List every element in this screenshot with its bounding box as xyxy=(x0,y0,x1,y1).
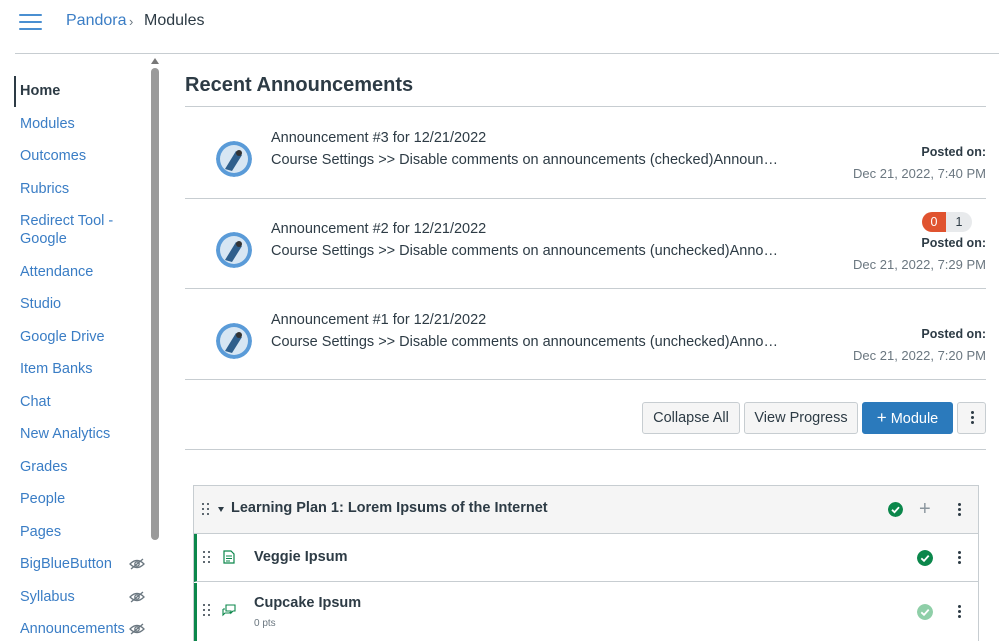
module-header[interactable]: Learning Plan 1: Lorem Ipsums of the Int… xyxy=(194,486,978,534)
sidebar-item-attendance[interactable]: Attendance xyxy=(20,263,130,281)
announcement-title[interactable]: Announcement #2 for 12/21/2022 xyxy=(271,221,486,237)
module-item-title[interactable]: Cupcake Ipsum xyxy=(254,595,361,611)
sidebar-item-chat[interactable]: Chat xyxy=(20,393,130,411)
sidebar-item-announcements[interactable]: Announcements xyxy=(20,620,130,638)
item-kebab-icon[interactable] xyxy=(957,551,961,565)
total-count-badge: 1 xyxy=(946,212,972,232)
sidebar-item-syllabus[interactable]: Syllabus xyxy=(20,588,130,606)
sidebar-item-bigbluebutton[interactable]: BigBlueButton xyxy=(20,555,130,573)
scrollbar-thumb[interactable] xyxy=(151,68,159,540)
posted-date: Dec 21, 2022, 7:40 PM xyxy=(853,166,986,181)
announcement-item[interactable]: Announcement #3 for 12/21/2022 Course Se… xyxy=(185,107,986,197)
drag-handle-icon[interactable] xyxy=(203,551,211,565)
announcement-preview: Course Settings >> Disable comments on a… xyxy=(271,243,781,259)
item-kebab-icon[interactable] xyxy=(957,605,961,619)
module-container: Learning Plan 1: Lorem Ipsums of the Int… xyxy=(193,485,979,641)
author-avatar xyxy=(216,232,252,268)
more-options-button[interactable] xyxy=(957,402,986,434)
sidebar-item-google-drive[interactable]: Google Drive xyxy=(20,328,130,346)
posted-on-label: Posted on: xyxy=(921,327,986,341)
sidebar-item-item-banks[interactable]: Item Banks xyxy=(20,360,130,378)
posted-on-label: Posted on: xyxy=(921,145,986,159)
hamburger-menu-icon[interactable] xyxy=(19,14,42,31)
sidebar-item-rubrics[interactable]: Rubrics xyxy=(20,180,130,198)
announcement-item[interactable]: Announcement #1 for 12/21/2022 Course Se… xyxy=(185,289,986,379)
hidden-eye-icon xyxy=(129,591,145,603)
module-item-title[interactable]: Veggie Ipsum xyxy=(254,549,347,565)
course-nav-sidebar: Home Modules Outcomes Rubrics Redirect T… xyxy=(0,54,162,641)
completed-check-icon[interactable] xyxy=(917,550,933,566)
top-header: Pandora › Modules xyxy=(0,0,999,54)
module-item[interactable]: Cupcake Ipsum 0 pts xyxy=(194,583,978,641)
completed-check-icon[interactable] xyxy=(917,604,933,620)
sidebar-item-people[interactable]: People xyxy=(20,490,130,508)
published-check-icon[interactable] xyxy=(888,502,903,517)
breadcrumb-course[interactable]: Pandora xyxy=(66,11,127,31)
sidebar-item-modules[interactable]: Modules xyxy=(20,115,130,133)
sidebar-item-new-analytics[interactable]: New Analytics xyxy=(20,425,130,443)
collapse-caret-icon[interactable] xyxy=(218,507,224,512)
divider xyxy=(185,379,986,380)
announcement-item[interactable]: Announcement #2 for 12/21/2022 Course Se… xyxy=(185,198,986,288)
main-content: Recent Announcements Announcement #3 for… xyxy=(162,54,999,641)
drag-handle-icon[interactable] xyxy=(202,503,210,517)
posted-on-label: Posted on: xyxy=(921,236,986,250)
add-module-label: Module xyxy=(890,411,939,427)
sidebar-item-outcomes[interactable]: Outcomes xyxy=(20,147,130,165)
page-document-icon xyxy=(223,550,235,564)
module-title[interactable]: Learning Plan 1: Lorem Ipsums of the Int… xyxy=(231,500,548,516)
author-avatar xyxy=(216,141,252,177)
module-kebab-icon[interactable] xyxy=(957,503,961,517)
module-item[interactable]: Veggie Ipsum xyxy=(194,534,978,582)
author-avatar xyxy=(216,323,252,359)
sidebar-item-grades[interactable]: Grades xyxy=(20,458,130,476)
breadcrumb-current: Modules xyxy=(144,12,205,29)
hidden-eye-icon xyxy=(129,623,145,635)
posted-date: Dec 21, 2022, 7:29 PM xyxy=(853,257,986,272)
collapse-all-button[interactable]: Collapse All xyxy=(642,402,740,434)
hidden-eye-icon xyxy=(129,558,145,570)
module-item-points: 0 pts xyxy=(254,618,276,629)
sidebar-item-studio[interactable]: Studio xyxy=(20,295,130,313)
sidebar-item-home[interactable]: Home xyxy=(20,82,130,100)
announcement-title[interactable]: Announcement #3 for 12/21/2022 xyxy=(271,130,486,146)
drag-handle-icon[interactable] xyxy=(203,604,211,618)
announcement-title[interactable]: Announcement #1 for 12/21/2022 xyxy=(271,312,486,328)
announcement-preview: Course Settings >> Disable comments on a… xyxy=(271,152,781,168)
sidebar-item-pages[interactable]: Pages xyxy=(20,523,130,541)
breadcrumb-chevron-icon: › xyxy=(129,14,134,29)
add-module-button[interactable]: + Module xyxy=(862,402,953,434)
recent-announcements-heading: Recent Announcements xyxy=(185,74,414,96)
divider xyxy=(185,449,986,450)
kebab-icon xyxy=(970,411,974,425)
reply-count-badge: 0 1 xyxy=(922,212,972,232)
scroll-up-arrow-icon[interactable] xyxy=(151,58,159,64)
sidebar-item-redirect-tool[interactable]: Redirect Tool - Google xyxy=(20,212,130,248)
add-item-plus-icon[interactable]: + xyxy=(919,499,931,519)
posted-date: Dec 21, 2022, 7:20 PM xyxy=(853,348,986,363)
sidebar-scrollbar[interactable] xyxy=(150,58,160,641)
active-indicator xyxy=(14,76,16,107)
discussion-icon xyxy=(222,604,236,617)
announcement-preview: Course Settings >> Disable comments on a… xyxy=(271,334,781,350)
unread-count-badge: 0 xyxy=(922,212,946,232)
plus-icon: + xyxy=(876,408,887,427)
view-progress-button[interactable]: View Progress xyxy=(744,402,858,434)
